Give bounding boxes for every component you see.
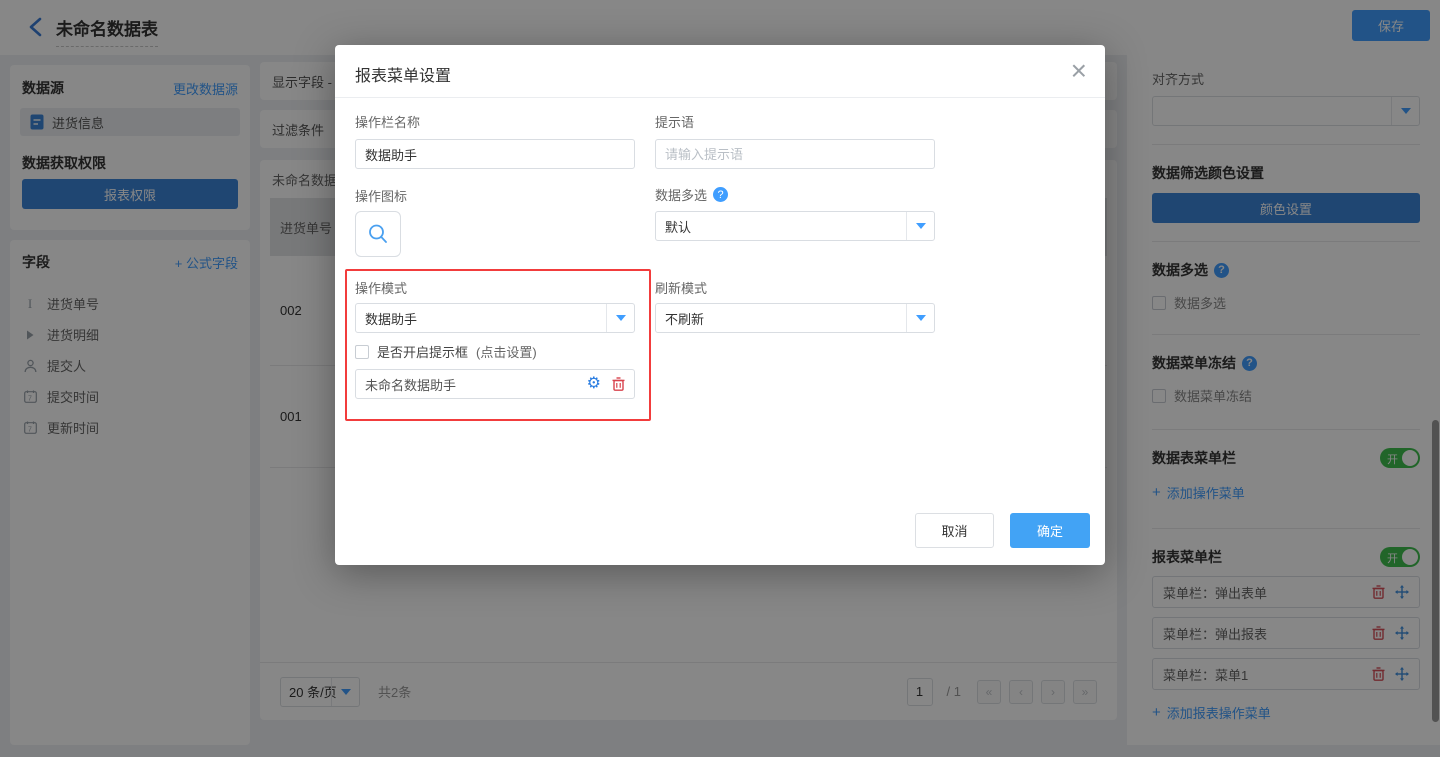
action-bar-name-input[interactable] (355, 139, 635, 169)
tip-box-checkbox-label: 是否开启提示框 (377, 342, 468, 361)
tip-box-checkbox-row[interactable]: 是否开启提示框 (点击设置) (355, 342, 537, 361)
question-icon[interactable]: ? (713, 187, 728, 202)
chevron-down-icon (906, 212, 934, 240)
action-mode-value: 数据助手 (365, 309, 417, 328)
tip-label: 提示语 (655, 112, 694, 131)
action-icon-label: 操作图标 (355, 186, 407, 205)
chevron-down-icon (606, 304, 634, 332)
search-icon (366, 222, 390, 246)
cancel-button[interactable]: 取消 (915, 513, 994, 548)
refresh-mode-dropdown[interactable]: 不刷新 (655, 303, 935, 333)
refresh-mode-value: 不刷新 (665, 309, 704, 328)
report-menu-settings-dialog: 报表菜单设置 × 操作栏名称 提示语 操作图标 数据多选 ? 默认 操作模式 数… (335, 45, 1105, 565)
gear-icon[interactable]: ⚙ (587, 376, 601, 392)
action-icon-button[interactable] (355, 211, 401, 257)
close-icon[interactable]: × (1071, 53, 1087, 89)
assistant-item[interactable]: 未命名数据助手 ⚙ (355, 369, 635, 399)
chevron-down-icon (906, 304, 934, 332)
dialog-header: 报表菜单设置 × (335, 45, 1105, 98)
tip-box-note[interactable]: (点击设置) (476, 342, 537, 361)
checkbox[interactable] (355, 345, 369, 359)
confirm-button[interactable]: 确定 (1010, 513, 1090, 548)
multi-select-dropdown[interactable]: 默认 (655, 211, 935, 241)
tip-input[interactable] (655, 139, 935, 169)
refresh-mode-label: 刷新模式 (655, 278, 707, 297)
multi-select-value: 默认 (665, 217, 691, 236)
trash-icon[interactable] (612, 377, 625, 391)
assistant-name: 未命名数据助手 (365, 375, 456, 394)
action-mode-label: 操作模式 (355, 278, 407, 297)
action-mode-dropdown[interactable]: 数据助手 (355, 303, 635, 333)
dialog-title: 报表菜单设置 (355, 62, 451, 86)
action-bar-name-label: 操作栏名称 (355, 112, 420, 131)
multi-select-label: 数据多选 (655, 185, 707, 204)
